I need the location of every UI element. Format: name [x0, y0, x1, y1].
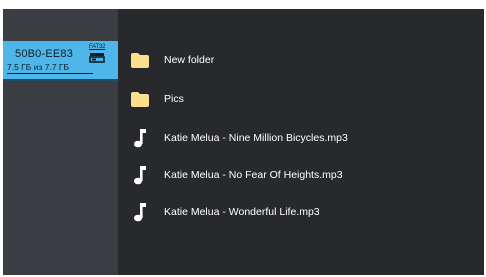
music-note-icon [130, 165, 150, 185]
folder-icon [130, 50, 150, 70]
file-name: Pics [164, 93, 184, 105]
list-item[interactable]: Katie Melua - Nine Million Bicycles.mp3 [118, 123, 484, 153]
list-item[interactable]: Katie Melua - Wonderful Life.mp3 [118, 197, 484, 227]
filesystem-badge: FAT32 [89, 44, 106, 50]
file-name: Katie Melua - Nine Million Bicycles.mp3 [164, 132, 348, 144]
list-item[interactable]: Katie Melua - No Fear Of Heights.mp3 [118, 160, 484, 190]
sidebar-item-drive[interactable]: 50B0-EE83 7.5 ГБ из 7.7 ГБ FAT32 [3, 41, 118, 81]
music-note-icon [130, 128, 150, 148]
list-item[interactable]: New folder [118, 45, 484, 75]
file-name: Katie Melua - Wonderful Life.mp3 [164, 206, 320, 218]
list-item[interactable]: Pics [118, 84, 484, 114]
file-name: New folder [164, 54, 215, 66]
drive-name: 50B0-EE83 [15, 48, 74, 60]
music-note-icon [130, 202, 150, 222]
drive-size: 7.5 ГБ из 7.7 ГБ [7, 62, 93, 74]
folder-icon [130, 89, 150, 109]
file-name: Katie Melua - No Fear Of Heights.mp3 [164, 169, 343, 181]
file-list: New folder Pics Katie Melua - Nine Milli… [118, 9, 484, 275]
drive-icon [89, 53, 105, 63]
